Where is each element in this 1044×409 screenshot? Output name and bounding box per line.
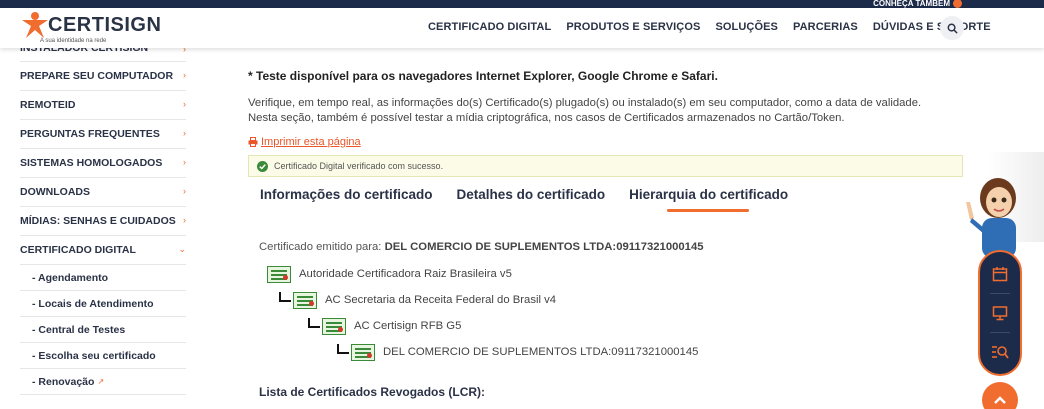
search-button[interactable] xyxy=(940,16,964,40)
conheca-tambem-link[interactable]: CONHEÇA TAMBÉM xyxy=(873,0,962,8)
nav-produtos-servicos[interactable]: PRODUTOS E SERVIÇOS xyxy=(566,21,700,33)
sidebar-item-certificado-digital[interactable]: CERTIFICADO DIGITAL ⌄ xyxy=(20,236,186,265)
tab-detalhes[interactable]: Detalhes do certificado xyxy=(457,187,606,202)
monitor-icon xyxy=(992,306,1008,321)
description-line-1: Verifique, em tempo real, as informações… xyxy=(248,97,922,109)
issued-to: Certificado emitido para: DEL COMERCIO D… xyxy=(259,241,704,253)
hierarchy-node[interactable]: AC Certisign RFB G5 xyxy=(308,316,461,336)
calendar-icon xyxy=(992,267,1008,282)
calendar-button[interactable] xyxy=(990,264,1010,284)
sidebar-subitem-renovacao[interactable]: - Renovação ↗ xyxy=(20,369,186,395)
tab-informacoes[interactable]: Informações do certificado xyxy=(260,187,433,202)
chevron-right-icon: › xyxy=(183,215,186,225)
chevron-right-icon: › xyxy=(183,70,186,80)
sidebar-item-label: REMOTEID xyxy=(20,99,76,111)
widget-divider xyxy=(990,332,1010,333)
hierarchy-node[interactable]: AC Secretaria da Receita Federal do Bras… xyxy=(279,290,556,310)
hierarchy-node-label: Autoridade Certificadora Raiz Brasileira… xyxy=(299,268,512,280)
sidebar-item-label: PERGUNTAS FREQUENTES xyxy=(20,128,160,140)
sidebar-item-downloads[interactable]: DOWNLOADS › xyxy=(20,178,186,207)
sidebar-item-label: CERTIFICADO DIGITAL xyxy=(20,244,136,256)
issued-to-label: Certificado emitido para: xyxy=(259,241,382,253)
main-nav: CERTIFICADO DIGITAL PRODUTOS E SERVIÇOS … xyxy=(428,21,1006,33)
chevron-down-icon xyxy=(953,0,962,8)
certisign-logo[interactable]: CERTISIGN A sua identidade na rede xyxy=(20,10,162,44)
top-strip: CONHEÇA TAMBÉM xyxy=(0,0,1044,8)
sidebar-item-midias[interactable]: MÍDIAS: SENHAS E CUIDADOS › xyxy=(20,207,186,236)
browser-note: * Teste disponível para os navegadores I… xyxy=(248,69,718,83)
search-list-icon xyxy=(992,346,1009,359)
widget-divider xyxy=(990,293,1010,294)
sidebar-item-sistemas[interactable]: SISTEMAS HOMOLOGADOS › xyxy=(20,149,186,178)
brand-name: CERTISIGN xyxy=(48,14,162,36)
issued-to-value: DEL COMERCIO DE SUPLEMENTOS LTDA:0911732… xyxy=(384,241,704,253)
sidebar-item-label: PREPARE SEU COMPUTADOR xyxy=(20,70,174,82)
chevron-down-icon: ⌄ xyxy=(178,244,186,254)
monitor-button[interactable] xyxy=(990,303,1010,323)
chevron-right-icon: › xyxy=(183,186,186,196)
site-header: CERTISIGN A sua identidade na rede CERTI… xyxy=(0,8,1044,48)
sidebar-subitem-escolha[interactable]: - Escolha seu certificado xyxy=(20,343,186,369)
nav-parcerias[interactable]: PARCERIAS xyxy=(793,21,858,33)
assistant-avatar[interactable] xyxy=(964,172,1020,262)
sidebar-subitem-locais[interactable]: - Locais de Atendimento xyxy=(20,291,186,317)
conheca-label: CONHEÇA TAMBÉM xyxy=(873,0,950,8)
sidebar-item-label: SISTEMAS HOMOLOGADOS xyxy=(20,157,163,169)
support-widget xyxy=(978,250,1022,376)
sidebar-subitem-central-testes[interactable]: - Central de Testes xyxy=(20,317,186,343)
external-link-icon: ↗ xyxy=(97,377,105,386)
print-link[interactable]: Imprimir esta página xyxy=(248,136,361,148)
sidebar-subitem-label: - Renovação xyxy=(32,375,95,388)
tree-branch xyxy=(308,318,320,328)
certificate-icon xyxy=(267,265,291,283)
hierarchy-node[interactable]: Autoridade Certificadora Raiz Brasileira… xyxy=(267,264,512,284)
chevron-right-icon: › xyxy=(183,99,186,109)
logo-figure-icon xyxy=(22,12,48,38)
sidebar-subitem-label: - Escolha seu certificado xyxy=(32,349,156,362)
sidebar-subitem-label: - Central de Testes xyxy=(32,323,126,336)
sidebar-item-perguntas[interactable]: PERGUNTAS FREQUENTES › xyxy=(20,120,186,149)
sidebar: INSTALADOR CERTISIGN › PREPARE SEU COMPU… xyxy=(0,42,200,395)
search-icon xyxy=(947,23,958,34)
description-line-2: Nesta seção, também é possível testar a … xyxy=(248,112,845,124)
certificate-icon xyxy=(351,343,375,361)
chevron-right-icon: › xyxy=(183,128,186,138)
arrow-up-icon xyxy=(994,396,1006,404)
lcr-title: Lista de Certificados Revogados (LCR): xyxy=(259,385,486,399)
tab-hierarquia[interactable]: Hierarquia do certificado xyxy=(629,187,788,212)
sidebar-subitem-agendamento[interactable]: - Agendamento xyxy=(20,265,186,291)
sidebar-subitem-label: - Locais de Atendimento xyxy=(32,297,154,310)
nav-solucoes[interactable]: SOLUÇÕES xyxy=(715,21,778,33)
certificate-icon xyxy=(322,317,346,335)
hierarchy-node-label: AC Secretaria da Receita Federal do Bras… xyxy=(325,294,557,306)
hierarchy-node[interactable]: DEL COMERCIO DE SUPLEMENTOS LTDA:0911732… xyxy=(337,342,698,362)
hierarchy-node-label: AC Certisign RFB G5 xyxy=(354,320,462,332)
tree-branch xyxy=(279,292,291,302)
sidebar-subitem-label: - Agendamento xyxy=(32,271,109,284)
check-circle-icon xyxy=(257,160,268,172)
alert-message: Certificado Digital verificado com suces… xyxy=(274,161,444,171)
certificate-tabs: Informações do certificado Detalhes do c… xyxy=(260,187,812,212)
search-list-button[interactable] xyxy=(990,342,1010,362)
print-label: Imprimir esta página xyxy=(261,136,361,148)
success-alert: Certificado Digital verificado com suces… xyxy=(248,155,963,177)
nav-duvidas-suporte[interactable]: DÚVIDAS E SUPORTE xyxy=(873,21,991,33)
nav-certificado-digital[interactable]: CERTIFICADO DIGITAL xyxy=(428,21,551,33)
printer-icon xyxy=(248,137,258,147)
hierarchy-node-label: DEL COMERCIO DE SUPLEMENTOS LTDA:0911732… xyxy=(383,346,699,358)
brand-tagline: A sua identidade na rede xyxy=(40,38,107,44)
sidebar-item-label: DOWNLOADS xyxy=(20,186,90,198)
certificate-icon xyxy=(293,291,317,309)
back-to-top-button[interactable] xyxy=(982,382,1018,409)
sidebar-item-label: MÍDIAS: SENHAS E CUIDADOS xyxy=(20,215,176,227)
sidebar-item-remoteid[interactable]: REMOTEID › xyxy=(20,91,186,120)
sidebar-item-prepare[interactable]: PREPARE SEU COMPUTADOR › xyxy=(20,62,186,91)
description: Verifique, em tempo real, as informações… xyxy=(248,96,948,126)
chevron-right-icon: › xyxy=(183,157,186,167)
tree-branch xyxy=(337,344,349,354)
